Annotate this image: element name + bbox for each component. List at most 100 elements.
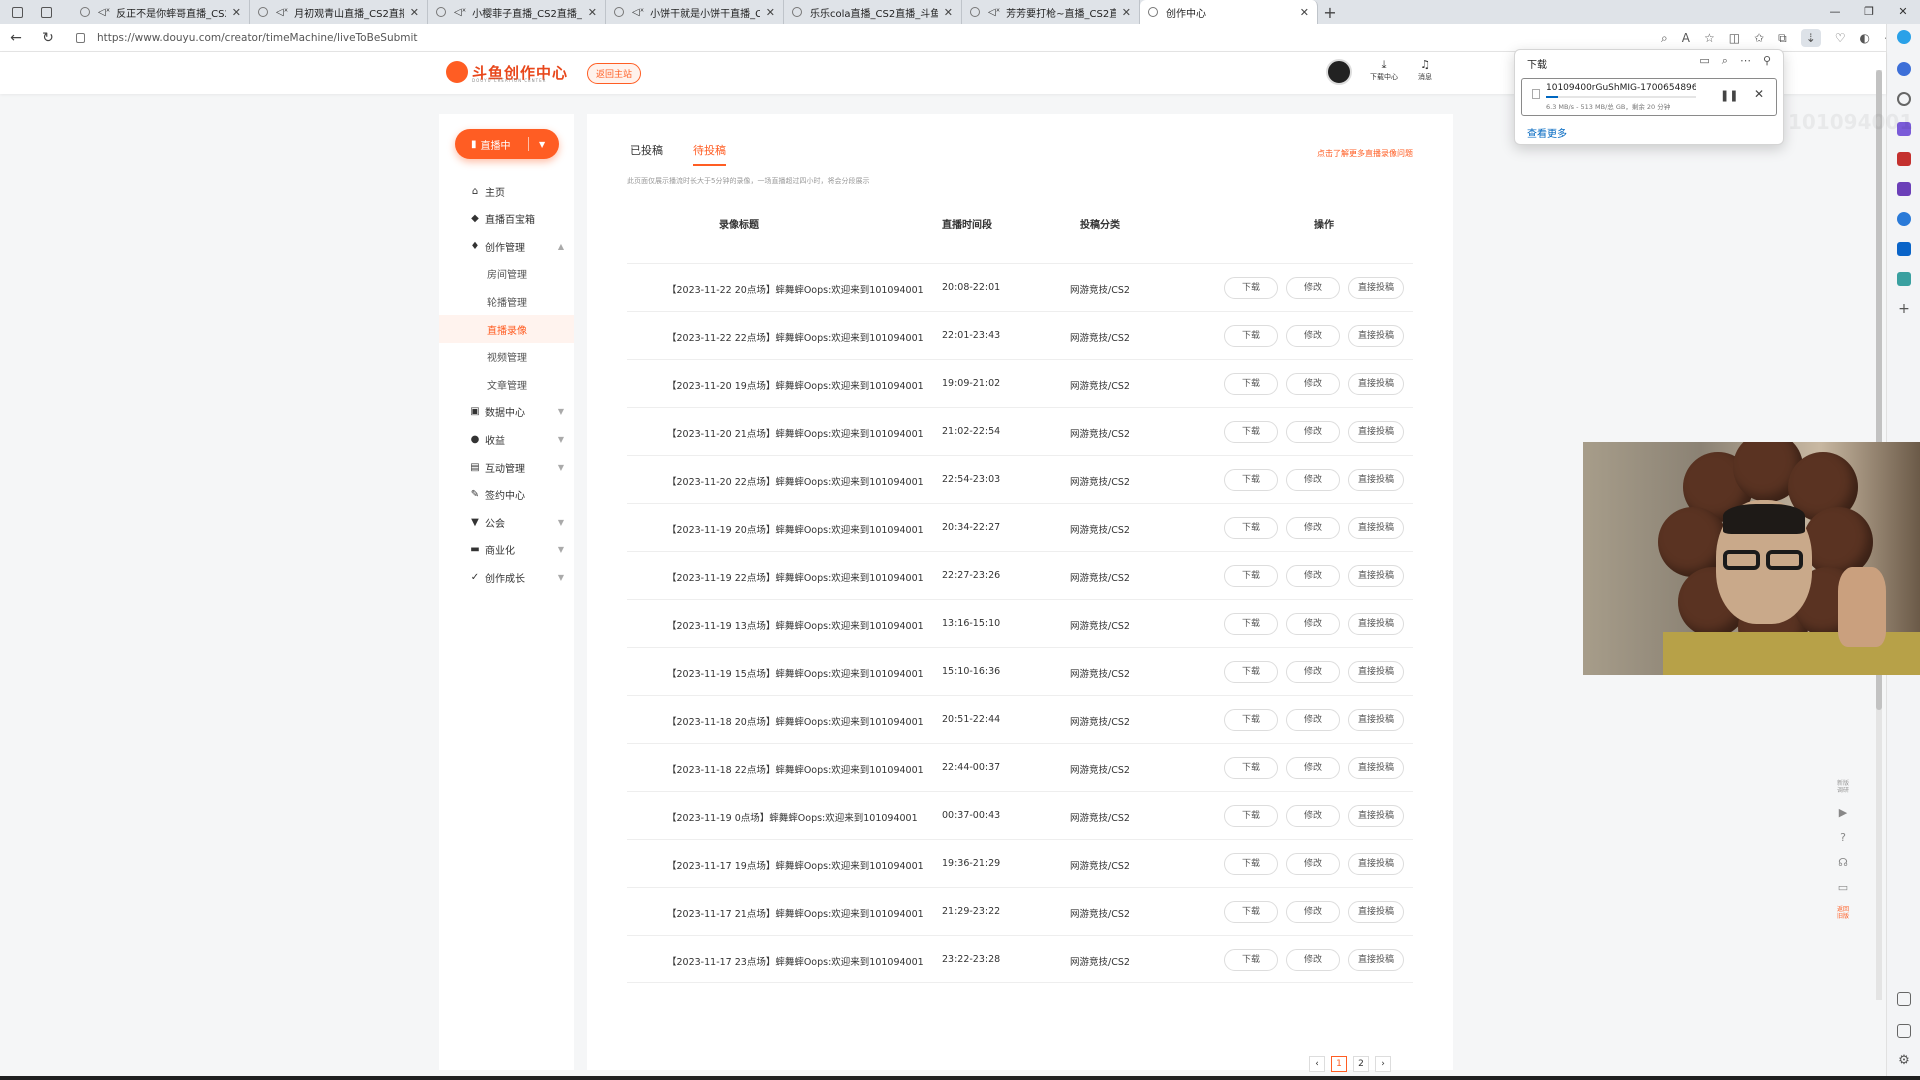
edit-button[interactable]: 修改 (1286, 805, 1340, 827)
back-home-button[interactable]: 返回主站 (587, 63, 642, 84)
expand-arrow-icon[interactable]: ▲ (558, 242, 564, 251)
expand-arrow-icon[interactable]: ▼ (558, 573, 564, 582)
submit-button[interactable]: 直接投稿 (1348, 469, 1404, 491)
submit-button[interactable]: 直接投稿 (1348, 949, 1404, 971)
see-more-link[interactable]: 查看更多 (1527, 125, 1567, 140)
games-icon[interactable] (1897, 182, 1911, 196)
download-button[interactable]: 下载 (1224, 853, 1278, 875)
sidebar-item[interactable]: 轮播管理 (439, 287, 574, 315)
notification-icon[interactable] (1897, 62, 1911, 76)
new-tab-button[interactable]: + (1318, 0, 1342, 24)
speaker-muted-icon[interactable]: ◁ˣ (632, 7, 644, 18)
browser-tab[interactable]: ◁ˣ 小樱菲子直播_CS2直播_斗鱼 ✕ (428, 0, 606, 24)
download-button[interactable]: 下载 (1224, 469, 1278, 491)
submit-button[interactable]: 直接投稿 (1348, 277, 1404, 299)
browser-tab[interactable]: ◁ˣ 芳芳要打枪~直播_CS2直播 ✕ (962, 0, 1140, 24)
edit-button[interactable]: 修改 (1286, 853, 1340, 875)
outlook-icon[interactable] (1897, 242, 1911, 256)
sidebar-item[interactable]: 视频管理 (439, 343, 574, 371)
extensions-icon[interactable]: ◐ (1860, 31, 1870, 45)
refresh-icon[interactable]: ↻ (32, 30, 64, 46)
submit-button[interactable]: 直接投稿 (1348, 709, 1404, 731)
sidebar-item[interactable]: ▣ 数据中心 ▼ (439, 398, 574, 426)
download-button[interactable]: 下载 (1224, 277, 1278, 299)
expand-arrow-icon[interactable]: ▼ (558, 463, 564, 472)
feedback-icon[interactable]: ▭ (1838, 881, 1848, 894)
help-icon[interactable]: ? (1840, 831, 1846, 844)
submit-button[interactable]: 直接投稿 (1348, 421, 1404, 443)
workspaces-icon[interactable] (12, 6, 23, 18)
collections-icon[interactable]: ⧉ (1778, 31, 1787, 46)
tab-close-icon[interactable]: ✕ (1300, 6, 1309, 19)
sidebar-item[interactable]: ✎ 签约中心 (439, 481, 574, 509)
download-button[interactable]: 下载 (1224, 421, 1278, 443)
tab-close-icon[interactable]: ✕ (1122, 6, 1131, 19)
edit-button[interactable]: 修改 (1286, 517, 1340, 539)
read-aloud-icon[interactable]: A (1682, 31, 1690, 45)
edit-button[interactable]: 修改 (1286, 421, 1340, 443)
tab-actions-icon[interactable] (41, 6, 52, 18)
close-icon[interactable]: ✕ (1754, 87, 1764, 101)
live-status-button[interactable]: ▮ 直播中 ▼ (455, 129, 559, 159)
split-screen-icon[interactable]: ◫ (1729, 31, 1740, 45)
tab-close-icon[interactable]: ✕ (944, 6, 953, 19)
browser-tab[interactable]: ◁ˣ 反正不是你蟀哥直播_CS2直 ✕ (72, 0, 250, 24)
sidebar-item[interactable]: 直播录像 (439, 315, 574, 343)
screen-icon[interactable] (1897, 992, 1911, 1006)
tab-close-icon[interactable]: ✕ (410, 6, 419, 19)
submit-button[interactable]: 直接投稿 (1348, 661, 1404, 683)
sidebar-item[interactable]: ● 收益 ▼ (439, 425, 574, 453)
edit-button[interactable]: 修改 (1286, 901, 1340, 923)
more-options-icon[interactable]: ⋯ (1740, 54, 1751, 68)
logo[interactable]: 斗鱼创作中心 DOUYU CREATION CENTER (446, 61, 568, 83)
page-button[interactable]: 2 (1353, 1056, 1369, 1072)
old-version-button[interactable]: 返回 旧版 (1837, 906, 1849, 920)
edit-button[interactable]: 修改 (1286, 661, 1340, 683)
tab-close-icon[interactable]: ✕ (588, 6, 597, 19)
back-arrow-icon[interactable]: ← (0, 30, 32, 46)
minimize-button[interactable]: — (1818, 0, 1852, 24)
submit-button[interactable]: 直接投稿 (1348, 901, 1404, 923)
download-button[interactable]: 下载 (1224, 325, 1278, 347)
edit-button[interactable]: 修改 (1286, 565, 1340, 587)
speaker-muted-icon[interactable]: ◁ˣ (98, 7, 110, 18)
open-folder-icon[interactable]: ▭ (1699, 54, 1709, 68)
help-link[interactable]: 点击了解更多直播录像问题 (1317, 148, 1413, 159)
download-button[interactable]: 下载 (1224, 661, 1278, 683)
speaker-muted-icon[interactable]: ◁ˣ (454, 7, 466, 18)
sidebar-item[interactable]: ▤ 互动管理 ▼ (439, 453, 574, 481)
search-icon[interactable] (1897, 92, 1911, 106)
favorite-star-icon[interactable]: ☆ (1704, 31, 1715, 45)
designer-icon[interactable] (1897, 272, 1911, 286)
download-file-name[interactable]: 10109400rGuShMIG-1700654896.flv (1546, 83, 1696, 93)
edit-button[interactable]: 修改 (1286, 325, 1340, 347)
add-icon[interactable]: + (1897, 302, 1911, 316)
edit-button[interactable]: 修改 (1286, 709, 1340, 731)
sidebar-item[interactable]: ▼ 公会 ▼ (439, 508, 574, 536)
submit-button[interactable]: 直接投稿 (1348, 517, 1404, 539)
sidebar-item[interactable]: ▬ 商业化 ▼ (439, 536, 574, 564)
download-button[interactable]: 下载 (1224, 613, 1278, 635)
sidebar-item[interactable]: ✓ 创作成长 ▼ (439, 563, 574, 591)
expand-arrow-icon[interactable]: ▼ (558, 518, 564, 527)
download-button[interactable]: 下载 (1224, 517, 1278, 539)
expand-arrow-icon[interactable]: ▼ (558, 407, 564, 416)
edit-button[interactable]: 修改 (1286, 469, 1340, 491)
caret-down-icon[interactable]: ▼ (539, 140, 545, 149)
url-field[interactable]: https://www.douyu.com/creator/timeMachin… (76, 32, 418, 44)
browser-tab[interactable]: 创作中心 ✕ (1140, 0, 1318, 24)
speaker-muted-icon[interactable]: ◁ˣ (276, 7, 288, 18)
submit-button[interactable]: 直接投稿 (1348, 325, 1404, 347)
speaker-muted-icon[interactable]: ◁ˣ (988, 7, 1000, 18)
submit-button[interactable]: 直接投稿 (1348, 373, 1404, 395)
submit-button[interactable]: 直接投稿 (1348, 853, 1404, 875)
sidebar-item[interactable]: ◆ 直播百宝箱 (439, 205, 574, 233)
download-button[interactable]: 下载 (1224, 949, 1278, 971)
submit-button[interactable]: 直接投稿 (1348, 565, 1404, 587)
sidebar-item[interactable]: 文章管理 (439, 370, 574, 398)
download-item[interactable]: 10109400rGuShMIG-1700654896.flv 6.3 MB/s… (1521, 78, 1777, 116)
tab-submitted[interactable]: 已投稿 (630, 142, 663, 166)
sidebar-item[interactable]: 房间管理 (439, 260, 574, 288)
edit-button[interactable]: 修改 (1286, 373, 1340, 395)
download-button[interactable]: 下载 (1224, 757, 1278, 779)
